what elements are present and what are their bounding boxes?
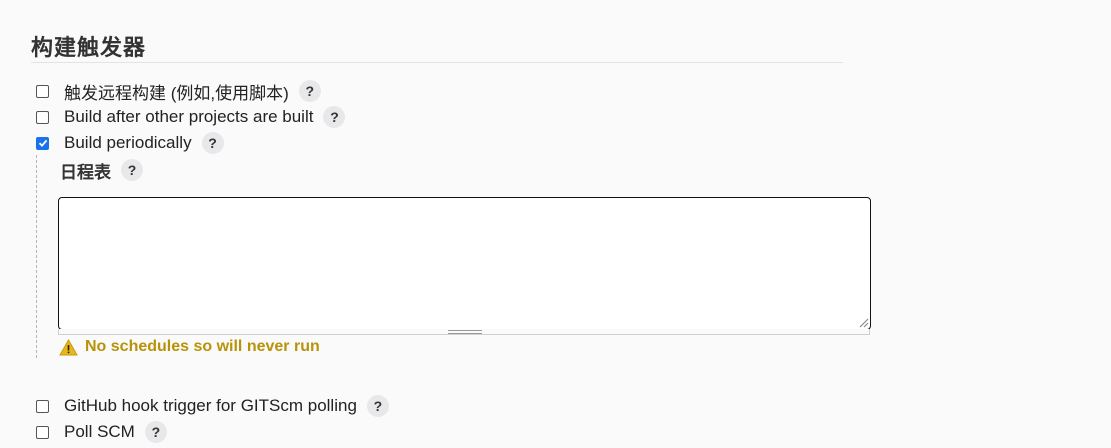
schedule-textarea[interactable] — [58, 197, 871, 330]
trigger-remote-build: 触发远程构建 (例如,使用脚本) ? — [36, 79, 321, 104]
nested-config-guide — [36, 155, 38, 358]
trigger-poll-scm-label[interactable]: Poll SCM — [64, 422, 135, 442]
warning-icon — [59, 338, 78, 355]
trigger-poll-scm: Poll SCM ? — [36, 421, 167, 443]
trigger-poll-scm-checkbox[interactable] — [36, 425, 49, 439]
schedule-label-row: 日程表 ? — [60, 159, 143, 182]
drag-grip-icon — [448, 330, 482, 334]
help-icon[interactable]: ? — [144, 421, 167, 443]
trigger-remote-build-label[interactable]: 触发远程构建 (例如,使用脚本) — [64, 79, 289, 104]
trigger-github-hook-checkbox[interactable] — [36, 399, 49, 413]
section-divider — [31, 62, 843, 63]
help-icon[interactable]: ? — [366, 395, 389, 417]
trigger-remote-build-checkbox[interactable] — [36, 84, 49, 98]
trigger-github-hook: GitHub hook trigger for GITScm polling ? — [36, 395, 389, 417]
help-icon[interactable]: ? — [201, 132, 224, 154]
help-icon[interactable]: ? — [298, 80, 321, 102]
trigger-build-periodically: Build periodically ? — [36, 132, 224, 154]
trigger-after-other-projects-checkbox[interactable] — [36, 110, 49, 124]
resize-grip-icon[interactable] — [857, 316, 869, 328]
trigger-github-hook-label[interactable]: GitHub hook trigger for GITScm polling — [64, 396, 357, 416]
section-title: 构建触发器 — [31, 35, 147, 60]
help-icon[interactable]: ? — [323, 106, 346, 128]
schedule-label: 日程表 — [60, 162, 111, 182]
trigger-build-periodically-checkbox[interactable] — [36, 136, 49, 150]
trigger-build-periodically-label[interactable]: Build periodically — [64, 133, 192, 153]
schedule-warning: No schedules so will never run — [59, 337, 320, 357]
help-icon[interactable]: ? — [121, 159, 143, 181]
schedule-warning-text: No schedules so will never run — [85, 338, 320, 355]
trigger-after-other-projects: Build after other projects are built ? — [36, 106, 346, 128]
trigger-after-other-projects-label[interactable]: Build after other projects are built — [64, 107, 313, 127]
